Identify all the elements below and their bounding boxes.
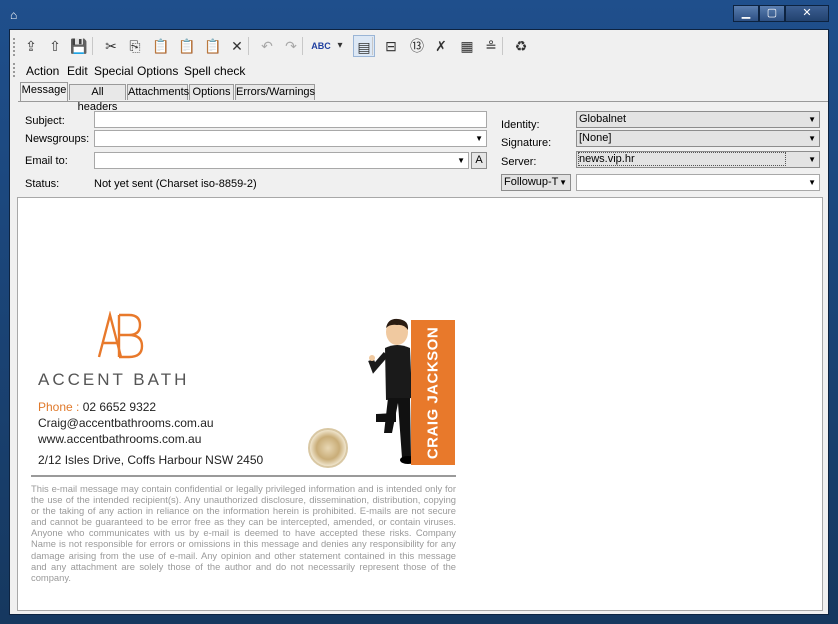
tab-errors-warnings[interactable]: Errors/Warnings xyxy=(235,84,315,100)
close-button[interactable]: ✕ xyxy=(785,5,829,22)
paste-icon[interactable]: 📋 xyxy=(150,35,172,57)
tab-divider xyxy=(18,101,828,102)
newsgroups-label: Newsgroups: xyxy=(25,133,90,145)
app-icon[interactable]: ⌂ xyxy=(10,8,24,22)
tab-options[interactable]: Options xyxy=(189,84,234,100)
rot13-icon[interactable]: ✗ xyxy=(430,35,452,57)
toolbar: ⇪ ⇧ 💾 ✂ ⎘ 📋 📋 📋 ✕ ↶ ↷ ABC ▾ ▤ ⊟ ⑬ ✗ ▦ ≗ ♻ xyxy=(10,32,828,60)
copy-icon[interactable]: ⎘ xyxy=(124,35,146,57)
client-area: ⇪ ⇧ 💾 ✂ ⎘ 📋 📋 📋 ✕ ↶ ↷ ABC ▾ ▤ ⊟ ⑬ ✗ ▦ ≗ ♻ Action Edit Speci… xyxy=(9,29,829,615)
insert-file-icon[interactable]: ⊟ xyxy=(380,35,402,57)
tab-message[interactable]: Message xyxy=(20,82,68,101)
chevron-down-icon[interactable]: ▼ xyxy=(475,131,483,146)
chevron-down-icon[interactable]: ▼ xyxy=(808,131,816,146)
compose-window: ⌂ ▁ ▢ ✕ ⇪ ⇧ 💾 ✂ ⎘ 📋 📋 📋 ✕ ↶ ↷ ABC ▾ ▤ ⊟ ⑬ ✗ ▦ ≗ ♻ Action Ed… xyxy=(0,0,838,624)
toolbar-separator xyxy=(92,37,93,55)
toolbar-separator xyxy=(302,37,303,55)
subject-label: Subject: xyxy=(25,115,65,127)
spell-dropdown-icon[interactable]: ▾ xyxy=(334,35,346,57)
toolbar-separator xyxy=(248,37,249,55)
menu-bar: Action Edit Special Options Spell check xyxy=(10,61,828,81)
identity-value: Globalnet xyxy=(579,113,627,125)
paste-special-icon[interactable]: 📋 xyxy=(202,35,224,57)
title-bar[interactable]: ⌂ ▁ ▢ ✕ xyxy=(0,0,838,28)
brand-name: ACCENT BATH xyxy=(38,370,190,389)
send-later-icon[interactable]: ⇧ xyxy=(44,35,66,57)
delete-icon[interactable]: ✕ xyxy=(226,35,248,57)
chevron-down-icon[interactable]: ▼ xyxy=(808,112,816,127)
spell-check-icon[interactable]: ABC xyxy=(310,35,332,57)
paste-quote-icon[interactable]: 📋 xyxy=(176,35,198,57)
name-banner-text: CRAIG JACKSON xyxy=(424,326,442,459)
status-value: Not yet sent (Charset iso-8859-2) xyxy=(94,178,257,190)
tab-attachments[interactable]: Attachments xyxy=(127,84,189,100)
signature-select[interactable]: [None] ▼ xyxy=(576,130,820,147)
chevron-down-icon[interactable]: ▼ xyxy=(457,153,465,168)
followup-input[interactable]: ▼ xyxy=(576,174,820,191)
phone-label: Phone : xyxy=(38,400,83,414)
menu-special[interactable]: Special xyxy=(94,64,133,78)
undo-icon[interactable]: ↶ xyxy=(256,35,278,57)
server-select[interactable]: news.vip.hr ▼ xyxy=(576,151,820,168)
menu-action[interactable]: Action xyxy=(26,64,59,78)
disclaimer-text: This e-mail message may contain confiden… xyxy=(31,483,456,583)
tab-strip: Message All headers Attachments Options … xyxy=(20,82,828,113)
tab-all-headers[interactable]: All headers xyxy=(69,84,126,113)
save-draft-icon[interactable]: 💾 xyxy=(68,35,90,57)
emailto-input[interactable]: ▼ xyxy=(94,152,469,169)
emailto-label: Email to: xyxy=(25,155,68,167)
server-value: news.vip.hr xyxy=(578,152,786,166)
identity-label: Identity: xyxy=(501,119,540,131)
identity-select[interactable]: Globalnet ▼ xyxy=(576,111,820,128)
server-label: Server: xyxy=(501,156,537,168)
newsgroups-input[interactable]: ▼ xyxy=(94,130,487,147)
menu-spell-check[interactable]: Spell check xyxy=(184,64,245,78)
signature-value: [None] xyxy=(579,132,612,144)
message-body-editor[interactable]: ACCENT BATH Phone : 02 6652 9322 Craig@a… xyxy=(17,197,823,611)
toolbar-separator xyxy=(372,37,373,55)
menu-grip[interactable] xyxy=(13,63,17,77)
phone-line: Phone : 02 6652 9322 xyxy=(38,400,156,414)
name-banner: CRAIG JACKSON xyxy=(411,320,455,465)
chevron-down-icon[interactable]: ▼ xyxy=(808,175,816,190)
award-seal-image xyxy=(308,428,348,468)
send-now-icon[interactable]: ⇪ xyxy=(20,35,42,57)
maximize-button[interactable]: ▢ xyxy=(759,5,785,22)
followup-value: Followup-T xyxy=(504,176,559,188)
followup-select[interactable]: Followup-T ▼ xyxy=(501,174,571,191)
toolbar-separator xyxy=(502,37,503,55)
address-line: 2/12 Isles Drive, Coffs Harbour NSW 2450 xyxy=(38,453,264,467)
status-label: Status: xyxy=(25,178,60,190)
website-line: www.accentbathrooms.com.au xyxy=(38,432,202,446)
signature-divider xyxy=(31,475,456,477)
phone-number: 02 6652 9322 xyxy=(82,400,157,414)
signature-icon[interactable]: ≗ xyxy=(480,35,502,57)
address-button[interactable]: A xyxy=(471,152,487,169)
minimize-button[interactable]: ▁ xyxy=(733,5,759,22)
redo-icon[interactable]: ↷ xyxy=(280,35,302,57)
properties-icon[interactable]: ▦ xyxy=(456,35,478,57)
chevron-down-icon[interactable]: ▼ xyxy=(559,175,567,190)
toolbar-grip[interactable] xyxy=(13,38,17,56)
accent-bath-logo xyxy=(97,311,144,359)
address-book-icon[interactable]: ♻ xyxy=(510,35,532,57)
wrap-icon[interactable]: ⑬ xyxy=(406,35,428,57)
email-line: Craig@accentbathrooms.com.au xyxy=(38,416,214,430)
signature-label: Signature: xyxy=(501,137,552,149)
subject-input[interactable] xyxy=(94,111,487,128)
menu-edit[interactable]: Edit xyxy=(67,64,88,78)
chevron-down-icon[interactable]: ▼ xyxy=(808,152,816,167)
menu-options[interactable]: Options xyxy=(137,64,178,78)
cut-icon[interactable]: ✂ xyxy=(100,35,122,57)
